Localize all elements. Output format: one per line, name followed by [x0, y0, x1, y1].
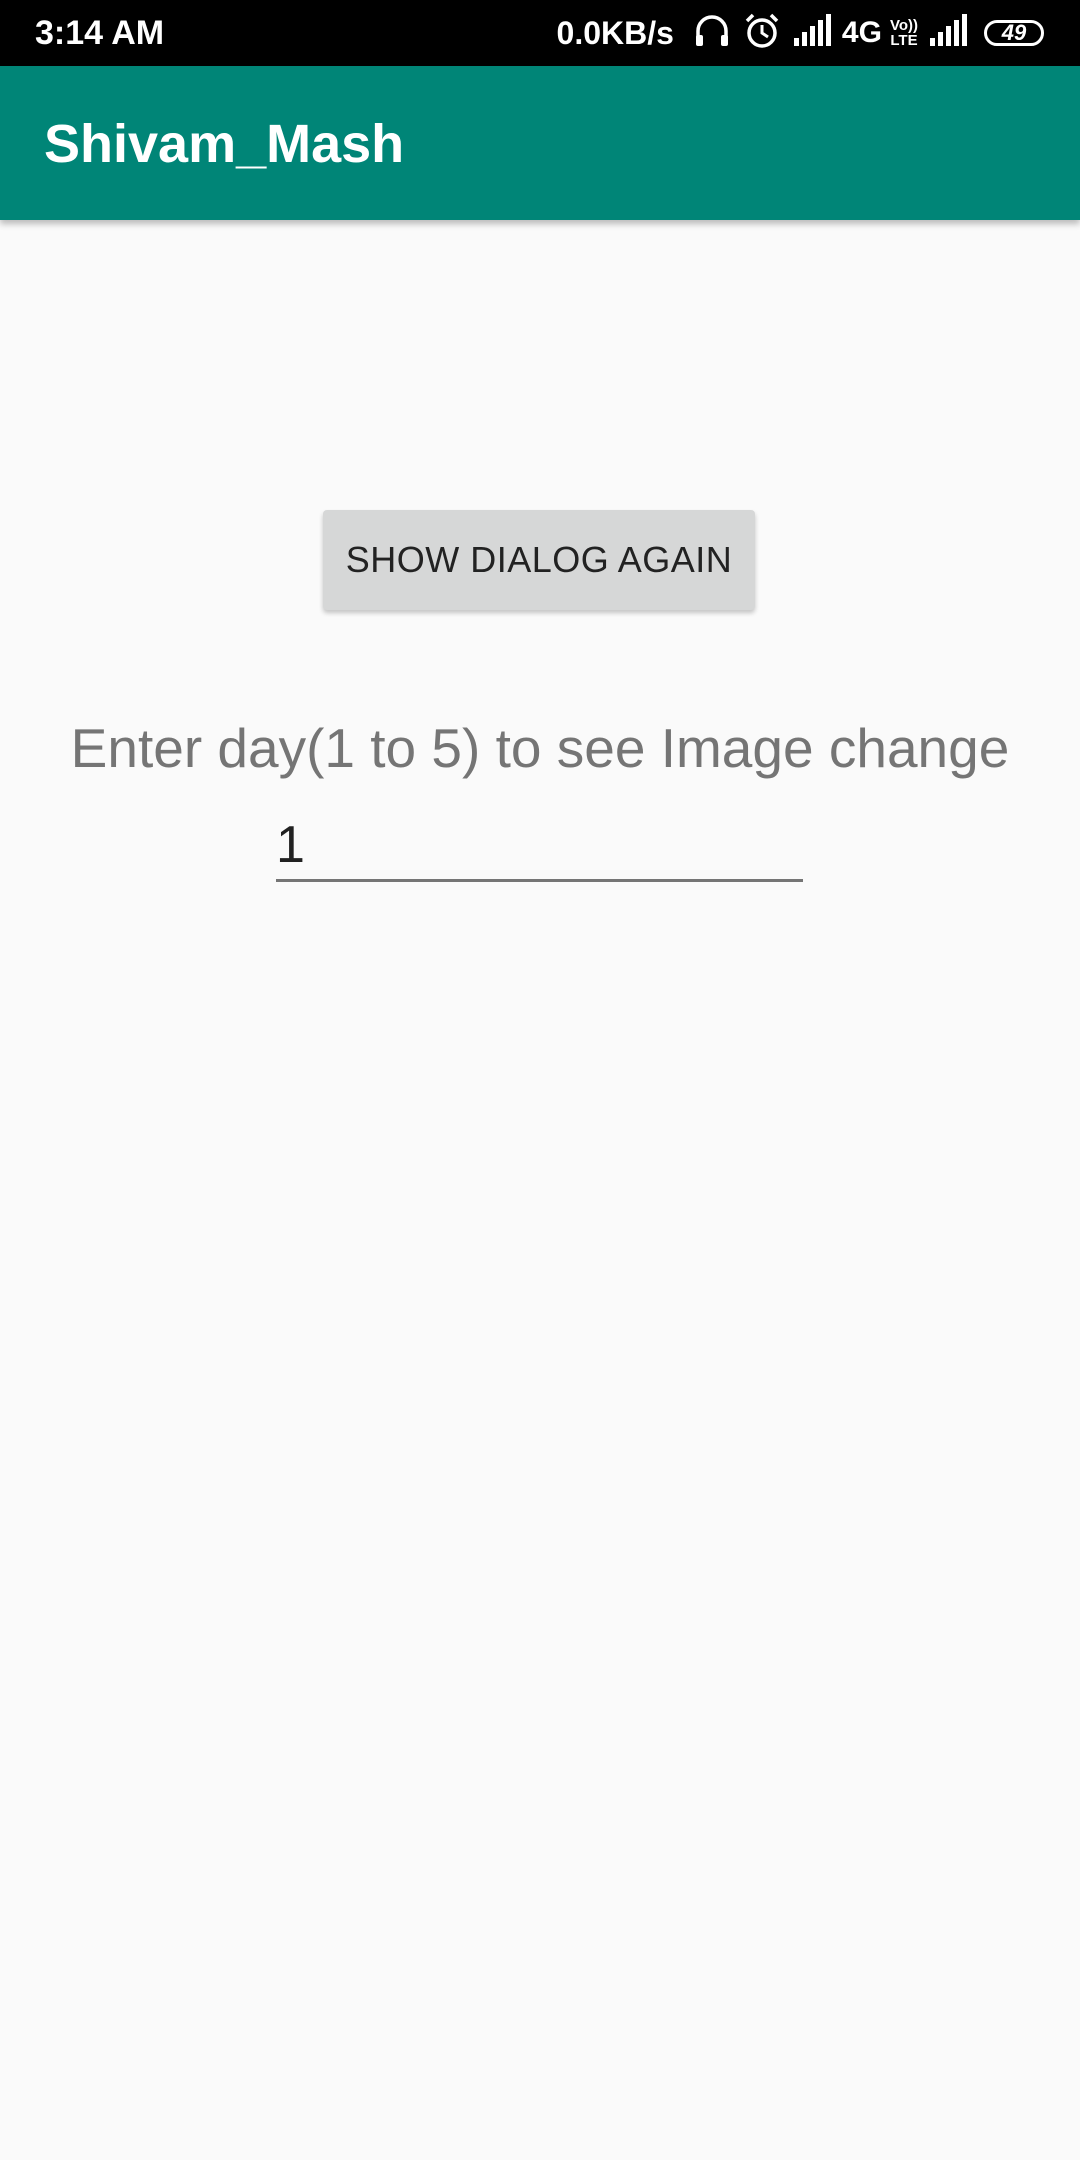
- app-title: Shivam_Mash: [44, 114, 405, 174]
- alarm-icon: [742, 11, 782, 56]
- status-icons: 0.0KB/s 4G Vo)) LTE 49: [557, 10, 1044, 56]
- volte-bottom-label: LTE: [890, 32, 918, 49]
- status-time: 3:14 AM: [35, 14, 165, 52]
- battery-icon: 49: [984, 20, 1044, 46]
- volte-indicator: Vo)) LTE: [890, 18, 918, 48]
- day-input[interactable]: [276, 810, 803, 882]
- network-speed: 0.0KB/s: [556, 14, 674, 51]
- day-prompt-label: Enter day(1 to 5) to see Image change: [70, 717, 1010, 779]
- network-type: 4G: [841, 16, 882, 49]
- status-bar: 3:14 AM 0.0KB/s 4G Vo)) LTE 49: [0, 0, 1080, 66]
- show-dialog-again-button[interactable]: SHOW DIALOG AGAIN: [323, 510, 755, 610]
- signal-icon: [792, 13, 834, 53]
- volte-top-label: Vo)): [889, 17, 918, 34]
- app-bar: Shivam_Mash: [0, 66, 1080, 220]
- signal-icon: [928, 13, 970, 53]
- battery-level: 49: [1001, 20, 1027, 45]
- headphones-icon: [692, 11, 732, 56]
